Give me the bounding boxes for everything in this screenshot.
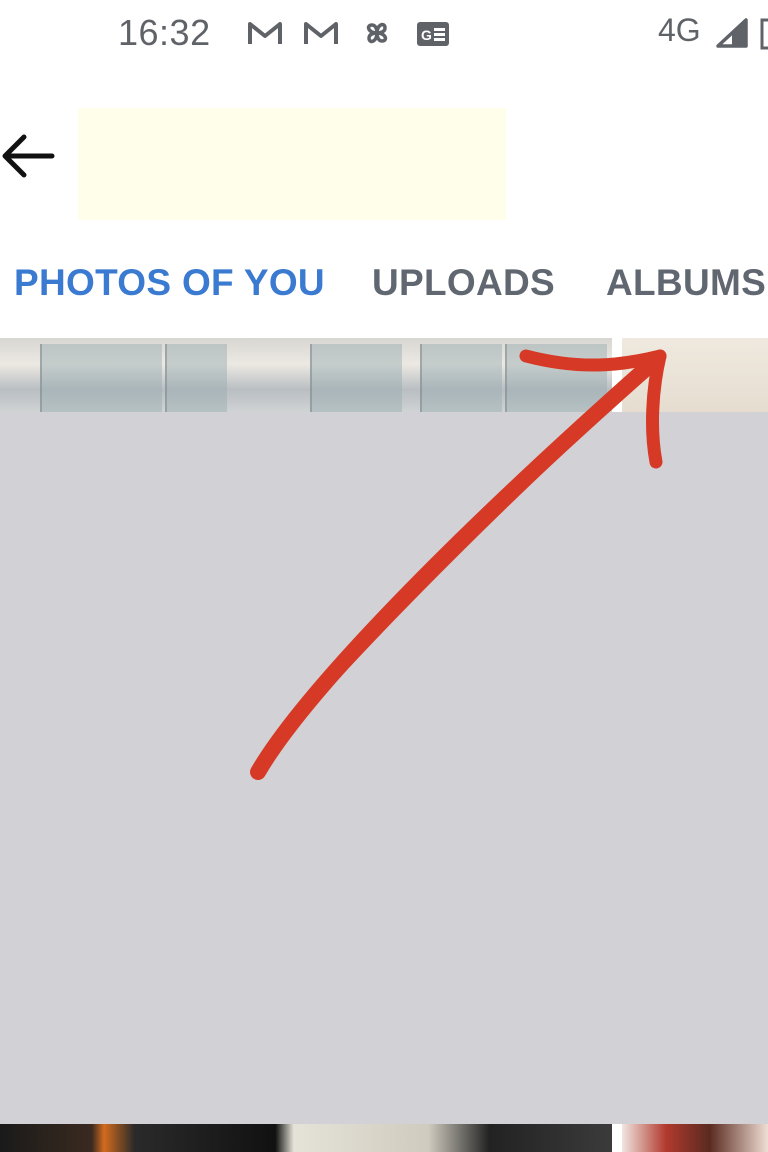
battery-icon: [760, 18, 768, 50]
gmail-icon: [304, 22, 338, 44]
gmail-icon: [248, 22, 282, 44]
photo-thumbnail[interactable]: [0, 1124, 612, 1152]
status-time: 16:32: [118, 12, 211, 53]
app-bar: [0, 70, 768, 238]
photo-thumbnail[interactable]: [0, 338, 612, 412]
tab-albums[interactable]: ALBUMS: [606, 262, 766, 304]
photo-thumbnail[interactable]: [622, 1124, 768, 1152]
tab-uploads[interactable]: UPLOADS: [372, 262, 555, 304]
tab-photos-of-you[interactable]: PHOTOS OF YOU: [14, 262, 325, 304]
back-button[interactable]: [0, 126, 60, 186]
signal-icon: [716, 18, 748, 48]
photo-grid: [0, 338, 768, 1152]
status-bar: 16:32 G 4G: [0, 0, 768, 70]
tab-bar: PHOTOS OF YOU UPLOADS ALBUMS: [0, 238, 768, 338]
page-title-redacted: [78, 108, 506, 220]
photo-thumbnail[interactable]: [622, 338, 768, 412]
photo-placeholder[interactable]: [0, 412, 768, 1124]
svg-text:G: G: [421, 27, 432, 43]
news-icon: G: [417, 22, 449, 46]
pinwheel-icon: [366, 22, 388, 44]
arrow-left-icon: [2, 134, 55, 178]
notification-icons: G: [246, 16, 452, 50]
network-type: 4G: [658, 12, 701, 48]
